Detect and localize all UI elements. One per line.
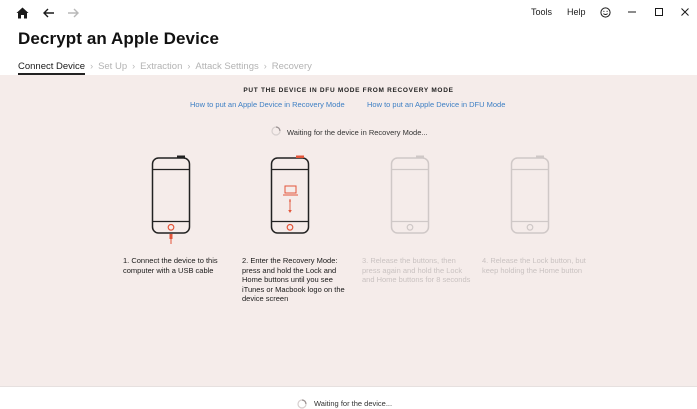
wizard-steps: Connect Device › Set Up › Extraction › A… bbox=[18, 58, 312, 74]
tools-menu[interactable]: Tools bbox=[531, 7, 552, 17]
maximize-button[interactable] bbox=[651, 4, 667, 20]
step-set-up[interactable]: Set Up bbox=[98, 61, 127, 72]
close-button[interactable] bbox=[677, 4, 693, 20]
dfu-mode-link[interactable]: How to put an Apple Device in DFU Mode bbox=[367, 100, 505, 109]
waiting-message: Waiting for the device in Recovery Mode.… bbox=[287, 128, 428, 137]
back-arrow-icon bbox=[43, 8, 54, 18]
help-menu[interactable]: Help bbox=[567, 7, 586, 17]
step-2-description: 2. Enter the Recovery Mode: press and ho… bbox=[242, 256, 345, 303]
step-attack-settings[interactable]: Attack Settings bbox=[195, 61, 258, 72]
step-connect-device[interactable]: Connect Device bbox=[18, 61, 85, 72]
spinner-icon bbox=[271, 126, 281, 136]
step-separator-icon: › bbox=[263, 61, 267, 71]
phone-recovery-icon bbox=[270, 155, 310, 234]
phone-usb-icon bbox=[151, 155, 191, 244]
forward-button[interactable] bbox=[64, 4, 82, 22]
step-3-description: 3. Release the buttons, then press again… bbox=[362, 256, 471, 284]
phone-release-buttons-icon bbox=[390, 155, 430, 234]
back-button[interactable] bbox=[40, 4, 58, 22]
title-bar: Tools Help bbox=[0, 0, 697, 26]
close-icon bbox=[681, 8, 689, 16]
phone-hold-home-icon bbox=[510, 155, 550, 234]
step-1-description: 1. Connect the device to this computer w… bbox=[123, 256, 218, 275]
step-separator-icon: › bbox=[90, 61, 94, 71]
step-recovery[interactable]: Recovery bbox=[272, 61, 312, 72]
home-button[interactable] bbox=[13, 4, 31, 22]
minimize-icon bbox=[628, 11, 636, 13]
step-4-description: 4. Release the Lock button, but keep hol… bbox=[482, 256, 586, 275]
recovery-mode-link[interactable]: How to put an Apple Device in Recovery M… bbox=[190, 100, 345, 109]
instruction-heading: PUT THE DEVICE IN DFU MODE FROM RECOVERY… bbox=[243, 87, 454, 94]
step-separator-icon: › bbox=[132, 61, 136, 71]
minimize-button[interactable] bbox=[624, 4, 640, 20]
instruction-panel: PUT THE DEVICE IN DFU MODE FROM RECOVERY… bbox=[0, 75, 697, 386]
status-bar: Waiting for the device... bbox=[0, 386, 697, 409]
feedback-button[interactable] bbox=[597, 4, 613, 20]
step-extraction[interactable]: Extraction bbox=[140, 61, 182, 72]
step-separator-icon: › bbox=[187, 61, 191, 71]
maximize-icon bbox=[655, 8, 663, 16]
forward-arrow-icon bbox=[68, 8, 79, 18]
smiley-icon bbox=[599, 6, 611, 18]
status-spinner-icon bbox=[297, 399, 307, 409]
home-icon bbox=[16, 7, 28, 19]
page-title: Decrypt an Apple Device bbox=[18, 29, 220, 48]
